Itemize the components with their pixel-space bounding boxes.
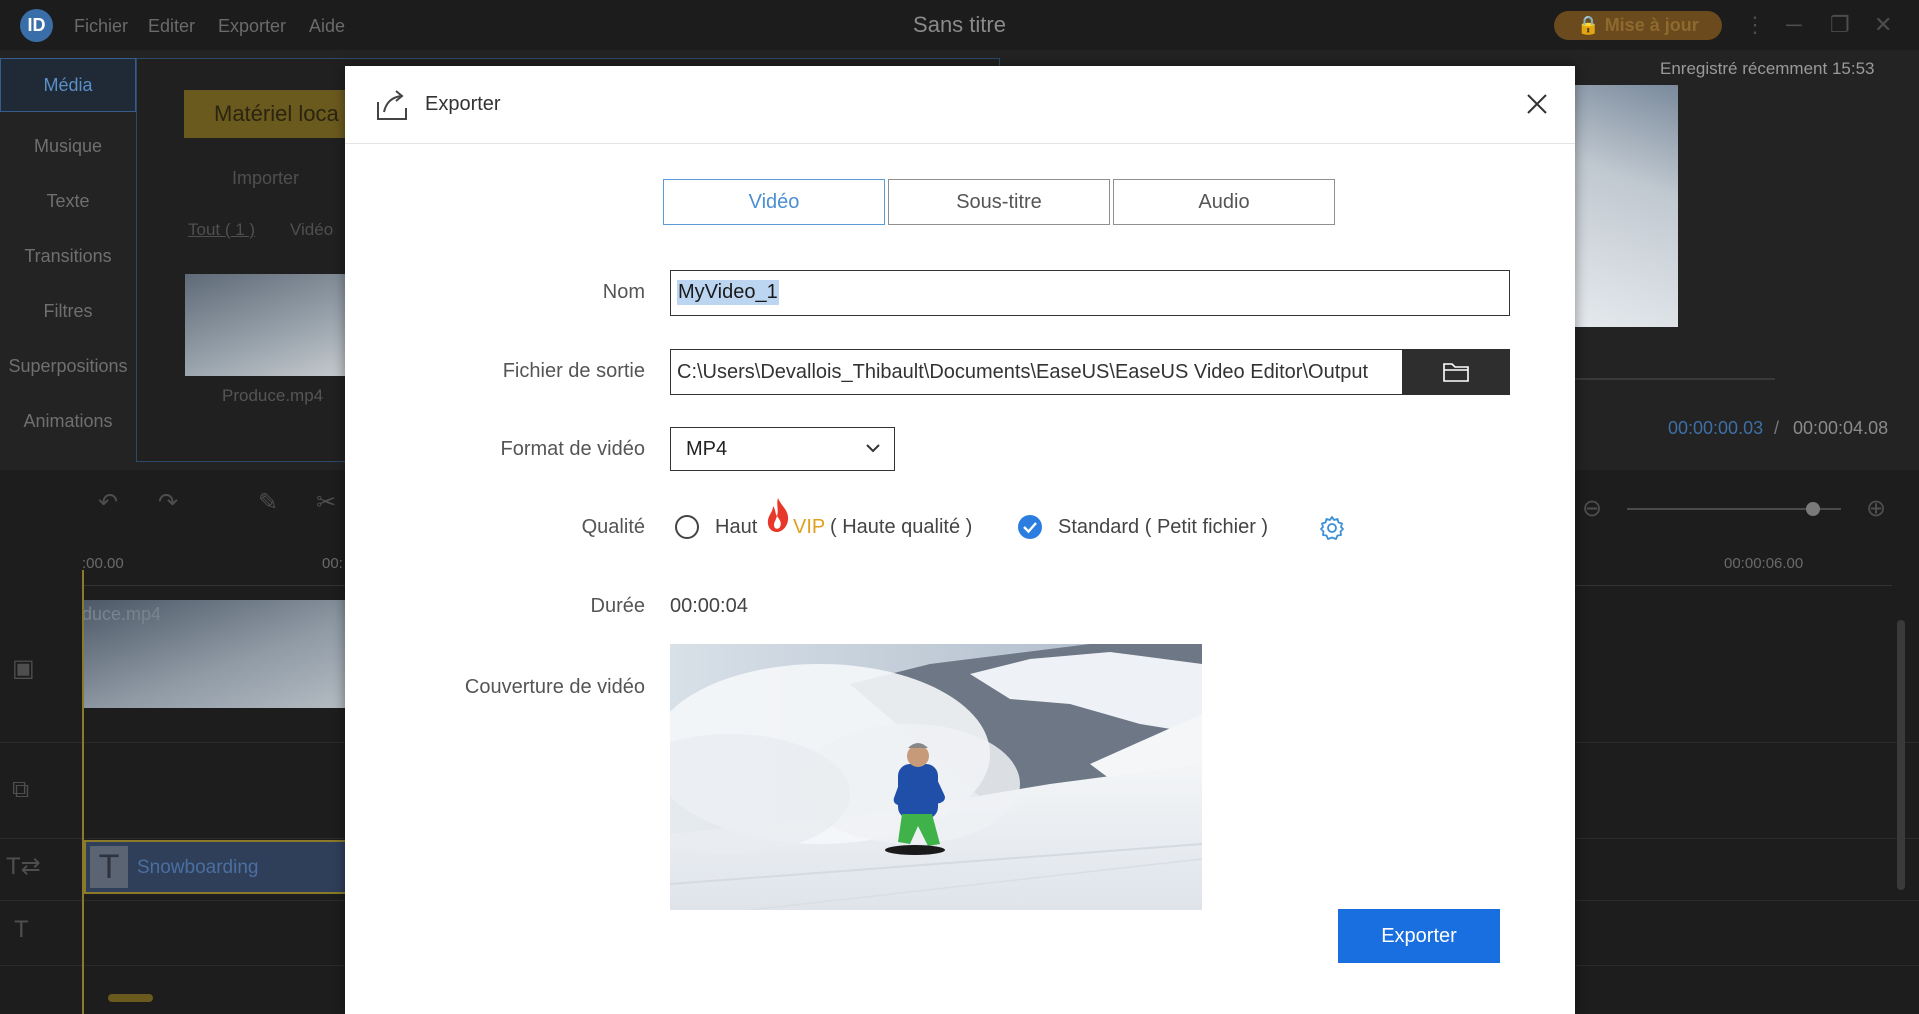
close-window-icon[interactable]: ✕ bbox=[1874, 12, 1892, 38]
sidebar-item-transitions[interactable]: Transitions bbox=[0, 246, 136, 267]
duration-label: Durée bbox=[590, 595, 645, 617]
text-track-icon: T bbox=[14, 916, 29, 943]
export-button[interactable]: Exporter bbox=[1338, 909, 1500, 963]
video-track-icon: ▣ bbox=[12, 655, 35, 682]
format-label: Format de vidéo bbox=[500, 438, 645, 460]
cover-label: Couverture de vidéo bbox=[464, 676, 645, 698]
upgrade-label: Mise à jour bbox=[1604, 15, 1699, 35]
preview-current-time: 00:00:00.03 bbox=[1668, 418, 1764, 438]
gear-icon[interactable] bbox=[1318, 514, 1346, 542]
sidebar-item-filters[interactable]: Filtres bbox=[0, 301, 136, 322]
saved-status: Enregistré récemment 15:53 bbox=[1660, 59, 1875, 78]
snowboarder-picture bbox=[670, 644, 1202, 910]
tab-local-media[interactable]: Matériel loca bbox=[184, 90, 354, 138]
ruler-end: 00:00:06.00 bbox=[1724, 555, 1804, 572]
redo-icon[interactable]: ↷ bbox=[158, 488, 178, 517]
zoom-in-icon[interactable]: ⊕ bbox=[1866, 494, 1886, 523]
video-editor-app: ID Fichier Editer Exporter Aide Sans tit… bbox=[0, 0, 1919, 1014]
playhead[interactable] bbox=[82, 570, 84, 1014]
filter-all[interactable]: Tout ( 1 ) bbox=[188, 220, 255, 240]
maximize-icon[interactable]: ❐ bbox=[1830, 12, 1850, 38]
chevron-down-icon bbox=[866, 444, 880, 453]
quality-standard-radio[interactable] bbox=[1018, 515, 1042, 539]
tab-subtitle[interactable]: Sous-titre bbox=[888, 179, 1110, 225]
export-dialog: Exporter Vidéo Sous-titre Audio Nom MyVi… bbox=[345, 66, 1575, 1014]
text-clip-label: Snowboarding bbox=[137, 857, 259, 878]
folder-icon bbox=[1443, 363, 1469, 382]
text-clip-icon: T bbox=[90, 846, 128, 888]
timeline-horizontal-scrollbar[interactable] bbox=[108, 994, 153, 1002]
close-icon[interactable] bbox=[1523, 90, 1551, 118]
pip-track-icon: ⧉ bbox=[12, 776, 30, 803]
browse-folder-button[interactable] bbox=[1402, 349, 1510, 395]
format-select[interactable]: MP4 bbox=[670, 427, 895, 471]
output-path-input[interactable]: C:\Users\Devallois_Thibault\Documents\Ea… bbox=[670, 349, 1402, 395]
export-icon bbox=[377, 90, 407, 120]
cut-icon[interactable]: ✂ bbox=[316, 488, 336, 517]
tab-audio[interactable]: Audio bbox=[1113, 179, 1335, 225]
preview-time-separator: / bbox=[1774, 418, 1780, 438]
zoom-out-icon[interactable]: ⊖ bbox=[1582, 494, 1602, 523]
name-label: Nom bbox=[602, 281, 645, 303]
sidebar-item-text[interactable]: Texte bbox=[0, 191, 136, 212]
fire-icon bbox=[767, 498, 789, 532]
more-options-icon[interactable]: ⋮ bbox=[1744, 12, 1766, 38]
timeline-vertical-scrollbar[interactable] bbox=[1897, 620, 1905, 890]
dialog-title: Exporter bbox=[425, 93, 501, 115]
sidebar-item-overlays[interactable]: Superpositions bbox=[0, 356, 136, 377]
sidebar-item-media[interactable]: Média bbox=[0, 58, 136, 112]
name-input-value: MyVideo_1 bbox=[677, 280, 779, 305]
filter-video[interactable]: Vidéo bbox=[290, 220, 333, 240]
media-thumbnail[interactable] bbox=[185, 274, 355, 376]
minimize-icon[interactable]: ─ bbox=[1786, 12, 1802, 38]
quality-high-desc: ( Haute qualité ) bbox=[830, 516, 973, 538]
title-bar: ID Fichier Editer Exporter Aide Sans tit… bbox=[0, 0, 1919, 50]
quality-high-radio[interactable] bbox=[675, 515, 699, 539]
sidebar-item-music[interactable]: Musique bbox=[0, 136, 136, 157]
preview-progress-bar[interactable] bbox=[1570, 378, 1775, 380]
edit-icon[interactable]: ✎ bbox=[258, 488, 278, 517]
text-audio-track-icon: T⇄ bbox=[6, 853, 41, 880]
quality-high-label[interactable]: Haut bbox=[715, 516, 757, 539]
video-clip-label: duce.mp4 bbox=[82, 604, 162, 624]
dialog-header: Exporter bbox=[345, 66, 1575, 144]
duration-value: 00:00:04 bbox=[670, 595, 748, 617]
ruler-mid: 00: bbox=[322, 555, 343, 572]
upgrade-button[interactable]: 🔒 Mise à jour bbox=[1554, 11, 1722, 40]
media-item-name: Produce.mp4 bbox=[222, 386, 324, 405]
preview-frame bbox=[1570, 85, 1678, 327]
output-label: Fichier de sortie bbox=[502, 360, 645, 382]
sidebar: Média Musique Texte Transitions Filtres … bbox=[0, 58, 136, 458]
quality-label: Qualité bbox=[581, 516, 645, 538]
vip-badge: VIP bbox=[793, 516, 826, 538]
name-input[interactable]: MyVideo_1 bbox=[670, 270, 1510, 316]
checkmark-icon bbox=[1023, 522, 1037, 534]
undo-icon[interactable]: ↶ bbox=[98, 488, 118, 517]
quality-standard-label[interactable]: Standard ( Petit fichier ) bbox=[1058, 516, 1268, 539]
format-value: MP4 bbox=[686, 438, 728, 460]
ruler-start: :00.00 bbox=[82, 555, 124, 572]
zoom-slider-knob[interactable] bbox=[1806, 502, 1820, 516]
import-button[interactable]: Importer bbox=[232, 168, 299, 189]
sidebar-item-animations[interactable]: Animations bbox=[0, 411, 136, 432]
tab-video[interactable]: Vidéo bbox=[663, 179, 885, 225]
preview-total-time: 00:00:04.08 bbox=[1793, 418, 1889, 438]
video-cover-image[interactable] bbox=[670, 644, 1202, 910]
